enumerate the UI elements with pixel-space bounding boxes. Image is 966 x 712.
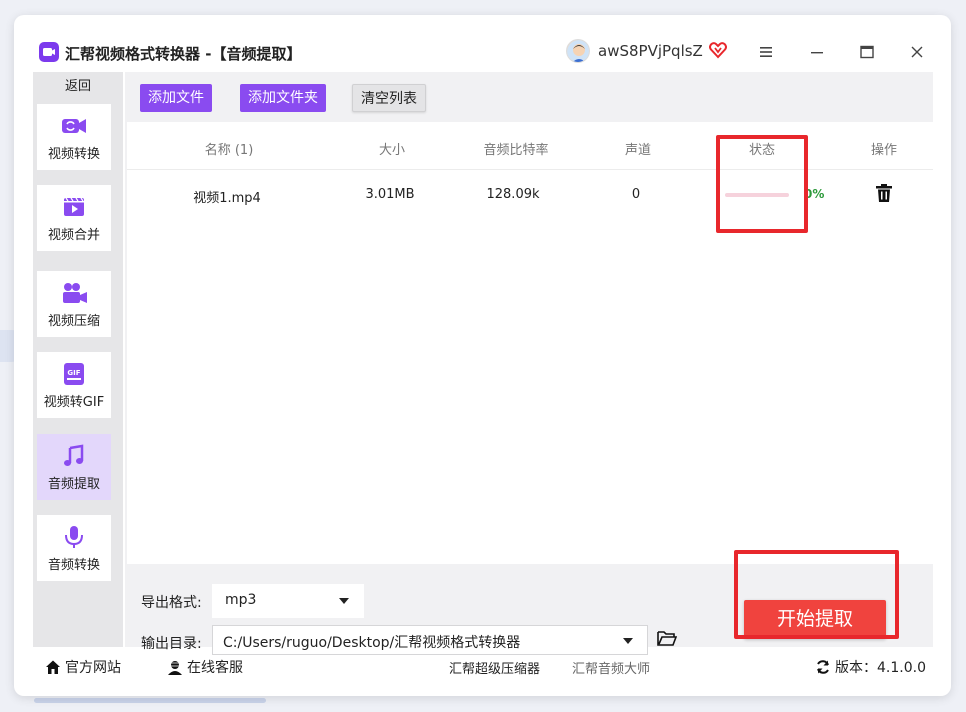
compressor-link[interactable]: 汇帮超级压缩器	[449, 658, 540, 677]
header-name: 名称 (1)	[204, 143, 254, 158]
gif-icon: GIF	[60, 361, 88, 387]
version-info[interactable]: 版本：4.1.0.0	[815, 657, 926, 677]
header-bitrate: 音频比特率	[483, 143, 549, 158]
maximize-icon[interactable]	[852, 37, 882, 67]
back-button[interactable]: 返回	[33, 76, 123, 98]
header-size: 大小	[378, 143, 406, 158]
file-channel: 0	[631, 187, 641, 202]
clear-list-button[interactable]: 清空列表	[352, 84, 426, 112]
video-compress-icon	[60, 280, 88, 306]
music-note-icon	[60, 443, 88, 469]
add-folder-button[interactable]: 添加文件夹	[240, 84, 326, 112]
support-agent-icon	[168, 661, 182, 675]
file-list: 名称 (1) 大小 音频比特率 声道 状态 操作 视频1.mp4 3.01MB …	[127, 122, 933, 564]
official-website-link[interactable]: 官方网站	[45, 657, 121, 677]
svg-text:GIF: GIF	[67, 369, 80, 377]
online-support-label: 在线客服	[187, 660, 243, 676]
microphone-icon	[60, 524, 88, 550]
sidebar-item-label: 音频转换	[47, 557, 100, 573]
audio-master-link[interactable]: 汇帮音频大师	[572, 658, 650, 677]
sidebar-item-label: 视频合并	[47, 227, 100, 243]
video-convert-icon	[60, 113, 88, 139]
chevron-down-icon	[623, 638, 633, 644]
sidebar-item-audio-convert[interactable]: 音频转换	[37, 515, 111, 581]
background-strip	[34, 698, 266, 703]
username[interactable]: awS8PVjPqlsZ	[598, 42, 703, 60]
sidebar-item-audio-extract[interactable]: 音频提取	[37, 434, 111, 500]
video-merge-icon	[60, 194, 88, 220]
avatar[interactable]	[566, 39, 590, 63]
sidebar-item-label: 音频提取	[47, 476, 100, 492]
format-value: mp3	[225, 592, 257, 608]
add-file-button[interactable]: 添加文件	[140, 84, 212, 112]
official-website-label: 官方网站	[65, 660, 121, 676]
file-size: 3.01MB	[365, 187, 415, 202]
window-title: 汇帮视频格式转换器 -【音频提取】	[65, 45, 302, 63]
sidebar-item-video-convert[interactable]: 视频转换	[37, 104, 111, 170]
sidebar-item-label: 视频转GIF	[43, 394, 105, 410]
header-action: 操作	[870, 143, 898, 158]
header-channel: 声道	[624, 143, 652, 158]
app-logo-icon	[39, 42, 59, 62]
chevron-down-icon	[339, 598, 349, 604]
sidebar-item-label: 视频转换	[47, 146, 100, 162]
format-select[interactable]: mp3	[212, 584, 364, 618]
menu-icon[interactable]	[751, 37, 781, 67]
footer: 官方网站 在线客服 汇帮超级压缩器 汇帮音频大师 版本：4.1.0.0	[14, 647, 951, 682]
folder-open-icon[interactable]	[657, 629, 677, 647]
list-header: 名称 (1) 大小 音频比特率 声道 状态 操作	[127, 122, 933, 170]
sidebar-item-label: 视频压缩	[47, 313, 100, 329]
sidebar-item-video-compress[interactable]: 视频压缩	[37, 271, 111, 337]
home-icon	[46, 660, 60, 674]
status-highlight-box	[716, 135, 808, 233]
table-row[interactable]: 视频1.mp4 3.01MB 128.09k 0 0%	[127, 170, 933, 220]
vip-heart-icon[interactable]	[709, 41, 727, 59]
trash-icon[interactable]	[875, 183, 893, 203]
sidebar-item-video-to-gif[interactable]: GIF 视频转GIF	[37, 352, 111, 418]
version-label: 版本：4.1.0.0	[835, 660, 926, 676]
start-button-highlight-box	[734, 550, 899, 639]
file-name: 视频1.mp4	[193, 191, 261, 206]
app-window: 汇帮视频格式转换器 -【音频提取】 awS8PVjPqlsZ 返回 视频转换 视…	[14, 15, 951, 696]
format-label: 导出格式:	[141, 595, 202, 611]
online-support-link[interactable]: 在线客服	[167, 657, 243, 677]
sidebar-item-video-merge[interactable]: 视频合并	[37, 185, 111, 251]
file-bitrate: 128.09k	[486, 187, 540, 202]
sidebar: 返回 视频转换 视频合并 视频压缩 GIF 视频转GIF 音频提取 音频转换	[33, 72, 123, 647]
minimize-icon[interactable]	[802, 37, 832, 67]
refresh-icon	[817, 660, 829, 674]
close-icon[interactable]	[902, 37, 932, 67]
title-bar: 汇帮视频格式转换器 -【音频提取】 awS8PVjPqlsZ	[14, 15, 951, 72]
